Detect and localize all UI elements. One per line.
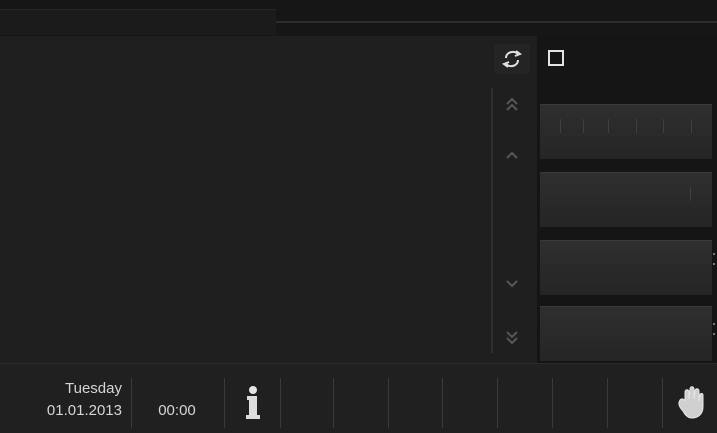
refresh-button[interactable] bbox=[494, 44, 530, 74]
main-panel bbox=[0, 36, 537, 363]
tile-notch bbox=[560, 119, 561, 133]
top-line bbox=[276, 21, 717, 23]
chevron-down-icon[interactable] bbox=[500, 271, 524, 295]
tile-notch bbox=[690, 187, 691, 201]
divider bbox=[662, 378, 663, 428]
hand-icon bbox=[678, 386, 704, 419]
divider bbox=[442, 378, 443, 428]
double-chevron-down-icon[interactable] bbox=[500, 325, 524, 349]
right-tile[interactable] bbox=[540, 306, 712, 361]
square-icon[interactable] bbox=[548, 50, 564, 66]
top-bar bbox=[0, 0, 717, 36]
right-tile[interactable] bbox=[540, 104, 712, 159]
edge-mark bbox=[713, 253, 715, 255]
tile-notch bbox=[691, 119, 692, 133]
tile-notch bbox=[636, 119, 637, 133]
double-chevron-up-icon[interactable] bbox=[500, 93, 524, 117]
divider bbox=[388, 378, 389, 428]
bottom-status-bar bbox=[0, 363, 717, 433]
tile-notch bbox=[583, 119, 584, 133]
info-button[interactable] bbox=[233, 381, 273, 425]
hand-button[interactable] bbox=[672, 383, 708, 421]
day-label: Tuesday bbox=[65, 380, 122, 397]
time-label: 00:00 bbox=[158, 402, 196, 419]
divider bbox=[607, 378, 608, 428]
divider bbox=[131, 378, 132, 428]
divider bbox=[224, 378, 225, 428]
scroll-track[interactable] bbox=[491, 88, 493, 353]
right-tile[interactable] bbox=[540, 240, 712, 295]
device-screen: Tuesday 01.01.2013 00:00 bbox=[0, 0, 717, 433]
divider bbox=[280, 378, 281, 428]
edge-mark bbox=[713, 323, 715, 325]
tile-notch bbox=[663, 119, 664, 133]
divider bbox=[552, 378, 553, 428]
divider bbox=[497, 378, 498, 428]
chevron-up-icon[interactable] bbox=[500, 144, 524, 168]
date-label: 01.01.2013 bbox=[46, 402, 122, 419]
tile-notch bbox=[608, 119, 609, 133]
top-tab[interactable] bbox=[0, 9, 276, 35]
right-tile[interactable] bbox=[540, 172, 712, 227]
refresh-icon bbox=[501, 50, 523, 68]
edge-mark bbox=[713, 333, 715, 335]
info-icon bbox=[246, 386, 260, 419]
divider bbox=[333, 378, 334, 428]
edge-mark bbox=[713, 263, 715, 265]
